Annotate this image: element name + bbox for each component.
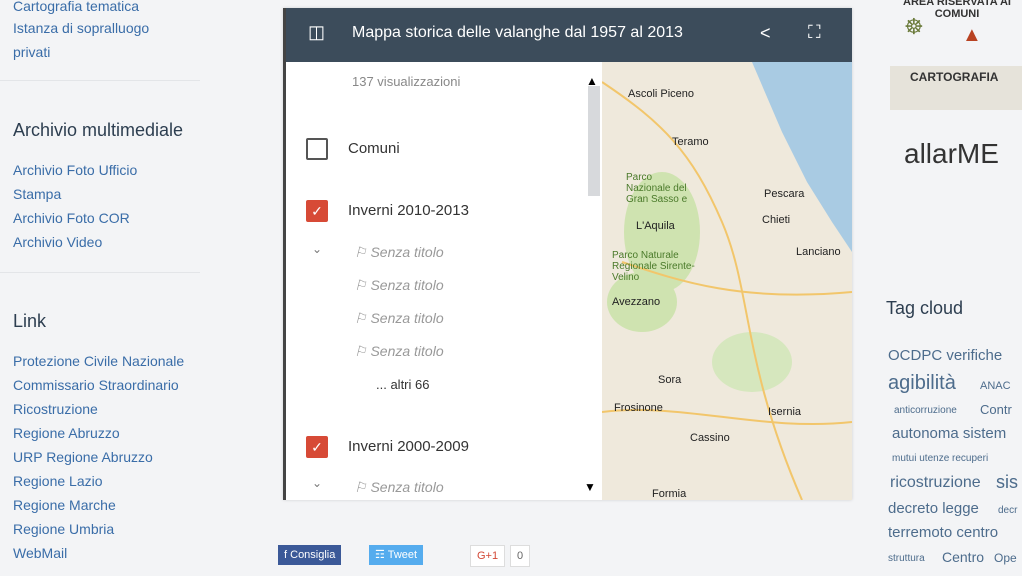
tag-link[interactable]: sis [996, 472, 1018, 493]
tag-link[interactable]: ANAC [980, 380, 1011, 392]
legend-item: ⚐ Senza titolo [354, 479, 444, 495]
link-protezione-civile[interactable]: Protezione Civile Nazionale [13, 349, 184, 373]
right-sidebar: AREA RISERVATA AI COMUNI ☸ ▲ CARTOGRAFIA… [868, 0, 1022, 576]
tag-link[interactable]: OCDPC verifiche [888, 347, 1002, 364]
layer-label: Inverni 2010-2013 [348, 201, 469, 219]
link-urp-abruzzo[interactable]: URP Regione Abruzzo [13, 445, 153, 469]
checkbox-checked-icon[interactable]: ✓ [306, 436, 328, 458]
map-label: Cassino [690, 432, 730, 444]
chevron-down-icon[interactable]: ⌄ [312, 242, 322, 256]
facebook-like-button[interactable]: f Consiglia [278, 545, 342, 565]
marker-icon: ⚐ [354, 277, 371, 293]
tag-link[interactable]: Contr [980, 402, 1012, 417]
tag-link[interactable]: decreto legge [888, 500, 979, 517]
layer-label: Inverni 2000-2009 [348, 437, 469, 455]
map-widget: ◫ Mappa storica delle valanghe dal 1957 … [283, 8, 852, 500]
tag-link[interactable]: anticorruzione [894, 405, 957, 416]
link-ricostruzione[interactable]: Ricostruzione [13, 397, 98, 421]
layer-label: Comuni [348, 139, 400, 157]
link-commissario[interactable]: Commissario Straordinario [13, 373, 179, 397]
layer-inverni-2000-2009[interactable]: ✓ Inverni 2000-2009 [306, 436, 469, 458]
map-title: Mappa storica delle valanghe dal 1957 al… [352, 24, 683, 41]
cartografia-label: CARTOGRAFIA [910, 70, 999, 84]
link-regione-lazio[interactable]: Regione Lazio [13, 469, 103, 493]
legend-item: ⚐ Senza titolo [354, 244, 444, 260]
scroll-down-icon[interactable]: ▼ [584, 480, 596, 494]
layer-comuni[interactable]: Comuni [306, 138, 400, 160]
map-label: Isernia [768, 406, 802, 418]
link-regione-umbria[interactable]: Regione Umbria [13, 517, 114, 541]
marker-icon: ⚐ [354, 343, 371, 359]
map-title-bar: ◫ Mappa storica delle valanghe dal 1957 … [286, 8, 852, 62]
marker-icon: ⚐ [354, 244, 371, 260]
allarme-logo[interactable]: allarME [904, 138, 999, 170]
gplus-count: 0 [510, 545, 531, 567]
tag-cloud-heading: Tag cloud [886, 298, 964, 318]
chevron-down-icon[interactable]: ⌄ [312, 476, 322, 490]
marker-icon: ⚐ [354, 479, 371, 495]
link-istanza-sopralluogo[interactable]: Istanza di sopralluogo [13, 16, 149, 40]
map-legend-panel: ▲ 137 visualizzazioni Comuni ✓ Inverni 20… [286, 62, 602, 500]
link-archivio-foto-cor[interactable]: Archivio Foto COR [13, 206, 130, 230]
legend-item: ⚐ Senza titolo [354, 277, 444, 293]
tag-link[interactable]: Ope [994, 551, 1017, 565]
tag-link[interactable]: mutui utenze recuperi [892, 453, 988, 464]
tag-link[interactable]: terremoto centro [888, 524, 998, 541]
views-count: 137 visualizzazioni [352, 74, 461, 89]
archivio-heading: Archivio multimediale [13, 120, 184, 140]
tag-link[interactable]: agibilità [888, 372, 956, 395]
legend-item: ⚐ Senza titolo [354, 310, 444, 326]
link-archivio-video[interactable]: Archivio Video [13, 230, 102, 254]
map-label: Avezzano [612, 296, 661, 308]
tag-link[interactable]: Centro [942, 549, 984, 565]
map-label: Lanciano [796, 246, 841, 258]
map-label: Parco Naturale Regionale Sirente-Velino [612, 250, 695, 283]
map-label: Pescara [764, 188, 805, 200]
legend-scrollbar[interactable] [588, 86, 600, 196]
emblem-icon: ☸ [904, 14, 924, 39]
more-items-link[interactable]: ... altri 66 [376, 377, 429, 392]
tag-link[interactable]: ricostruzione [890, 474, 981, 492]
link-regione-abruzzo[interactable]: Regione Abruzzo [13, 421, 120, 445]
map-label: L'Aquila [636, 220, 675, 232]
marker-icon: ⚐ [354, 310, 371, 326]
link-archivio-foto-ufficio[interactable]: Archivio Foto Ufficio [13, 158, 137, 182]
map-label: Frosinone [614, 402, 663, 414]
map-label: Parco Nazionale del Gran Sasso e [626, 172, 688, 205]
fullscreen-icon[interactable]: ⛶ [808, 22, 821, 43]
tag-link[interactable]: struttura [888, 553, 925, 564]
checkbox-checked-icon[interactable]: ✓ [306, 200, 328, 222]
legend-item: ⚐ Senza titolo [354, 343, 444, 359]
link-stampa[interactable]: Stampa [13, 182, 61, 206]
cartografia-banner[interactable]: CARTOGRAFIA [890, 66, 1022, 110]
mountain-icon: ▲ [962, 24, 982, 46]
link-regione-marche[interactable]: Regione Marche [13, 493, 116, 517]
map-label: Formia [652, 488, 687, 500]
gplus-button[interactable]: G+1 [470, 545, 506, 567]
map-canvas[interactable]: Ascoli Piceno Teramo Parco Nazionale del… [602, 62, 852, 500]
share-icon[interactable]: < [760, 23, 771, 44]
map-label: Chieti [762, 214, 791, 226]
map-label: Sora [658, 374, 682, 386]
tag-link[interactable]: autonoma sistem [892, 425, 1006, 442]
map-label: Teramo [672, 136, 709, 148]
link-webmail[interactable]: WebMail [13, 541, 67, 565]
tag-link[interactable]: decr [998, 505, 1017, 516]
divider [0, 80, 200, 81]
link-heading: Link [13, 311, 47, 331]
checkbox-icon[interactable] [306, 138, 328, 160]
legend-toggle-icon[interactable]: ◫ [308, 22, 325, 43]
layer-inverni-2010-2013[interactable]: ✓ Inverni 2010-2013 [306, 200, 469, 222]
map-label: Ascoli Piceno [628, 88, 695, 100]
link-privati[interactable]: privati [13, 40, 50, 64]
tweet-button[interactable]: ☶ Tweet [369, 545, 424, 565]
divider [0, 272, 200, 273]
twitter-icon: ☶ [375, 549, 388, 561]
left-sidebar: Cartografia tematica Istanza di soprallu… [0, 0, 205, 576]
scroll-up-icon[interactable]: ▲ [586, 74, 598, 88]
